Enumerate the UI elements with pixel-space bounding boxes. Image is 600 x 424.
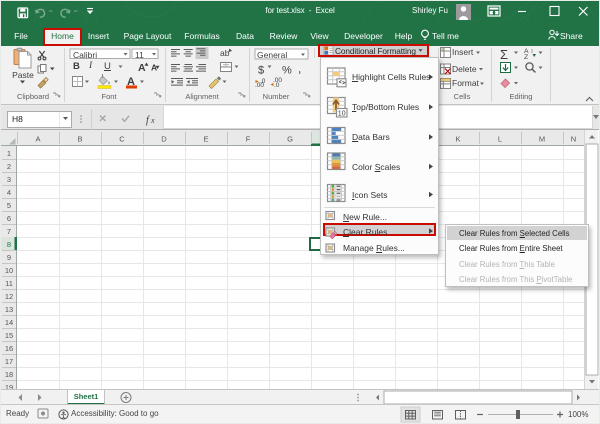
svg-text:18: 18 (5, 370, 13, 379)
svg-text:15: 15 (5, 331, 13, 340)
svg-text:G: G (287, 135, 293, 144)
svg-text:13: 13 (5, 305, 13, 314)
svg-text:,: , (298, 62, 301, 76)
svg-text:B: B (77, 135, 82, 144)
svg-text:11: 11 (5, 279, 13, 288)
svg-text:$: $ (258, 65, 264, 77)
svg-text:12: 12 (5, 292, 13, 301)
svg-text:ab: ab (220, 48, 230, 58)
svg-text:C: C (119, 135, 125, 144)
svg-text:16: 16 (5, 344, 13, 353)
svg-text:E: E (203, 135, 208, 144)
svg-text:14: 14 (5, 318, 13, 327)
svg-text:10: 10 (338, 111, 346, 118)
svg-text:4: 4 (7, 188, 11, 197)
svg-text:A: A (35, 135, 40, 144)
svg-text:F: F (246, 135, 251, 144)
svg-text:6: 6 (7, 214, 11, 223)
svg-text:K: K (455, 135, 460, 144)
svg-text:A: A (151, 63, 157, 73)
svg-text:7: 7 (7, 227, 11, 236)
svg-text:9: 9 (7, 253, 11, 262)
svg-text:.0: .0 (274, 82, 280, 89)
svg-text:17: 17 (5, 357, 13, 366)
svg-text:2: 2 (7, 162, 11, 171)
svg-text:.00: .00 (255, 82, 264, 89)
svg-text:8: 8 (7, 240, 11, 249)
svg-text:M: M (539, 135, 545, 144)
svg-text:10: 10 (5, 266, 13, 275)
svg-text:L: L (498, 135, 502, 144)
svg-text:A: A (138, 62, 146, 74)
svg-text:N: N (571, 135, 576, 144)
svg-text:Z: Z (524, 54, 528, 61)
svg-text:3: 3 (7, 175, 11, 184)
svg-text:Σ: Σ (500, 47, 508, 62)
svg-text:1: 1 (7, 149, 11, 158)
svg-text:5: 5 (7, 201, 11, 210)
svg-text:%: % (282, 65, 292, 77)
svg-text:D: D (161, 135, 167, 144)
